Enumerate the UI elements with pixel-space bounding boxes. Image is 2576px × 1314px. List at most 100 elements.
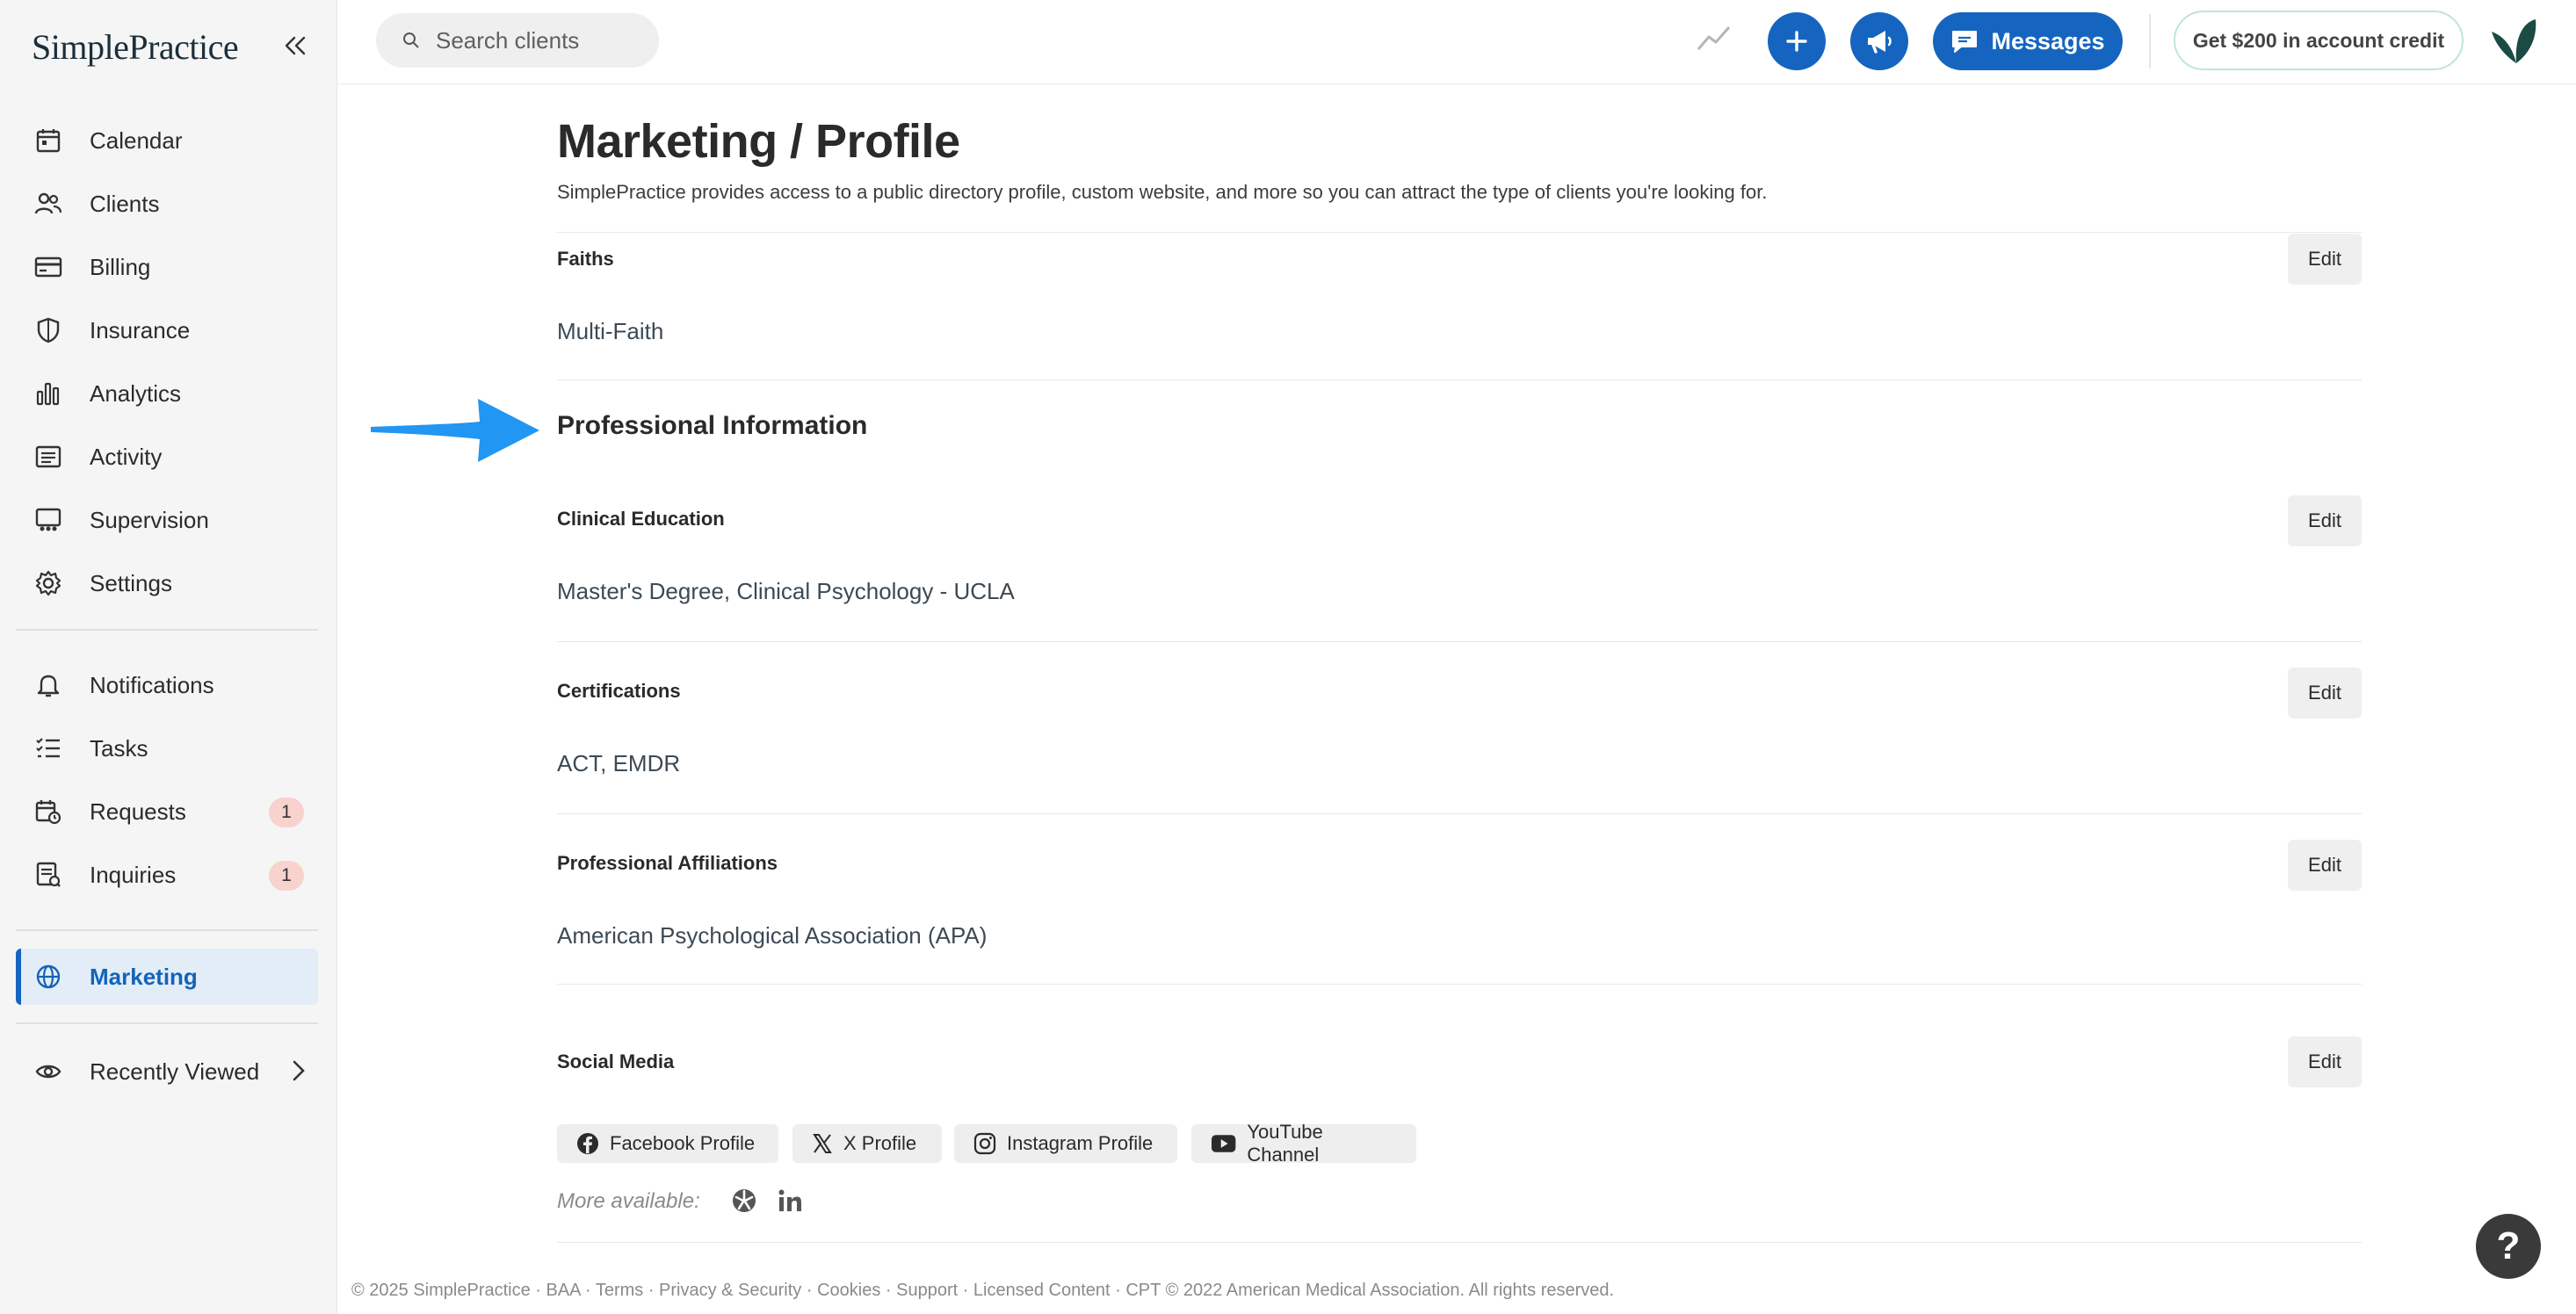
facebook-icon: [577, 1133, 598, 1154]
tasks-icon: [33, 733, 63, 763]
double-chevron-left-icon: [285, 36, 306, 55]
certifications-value: ACT, EMDR: [557, 750, 681, 776]
sidebar-item-marketing[interactable]: Marketing: [16, 949, 318, 1005]
faiths-value: Multi-Faith: [557, 318, 664, 344]
sidebar-item-label: Tasks: [90, 734, 148, 762]
facebook-profile-chip[interactable]: Facebook Profile: [557, 1124, 778, 1163]
section-divider: [557, 232, 2362, 233]
calendar-clock-icon: [33, 797, 63, 827]
sidebar-item-analytics[interactable]: Analytics: [16, 365, 318, 422]
collapse-sidebar-button[interactable]: [279, 30, 311, 61]
sidebar-item-tasks[interactable]: Tasks: [16, 720, 318, 776]
calendar-icon: [33, 126, 63, 155]
supervision-icon: [33, 505, 63, 535]
page-title: Marketing / Profile: [557, 115, 960, 168]
youtube-channel-chip[interactable]: YouTube Channel: [1191, 1121, 1416, 1166]
sidebar-item-label: Supervision: [90, 506, 209, 533]
add-button[interactable]: [1768, 12, 1826, 70]
sidebar-divider: [16, 929, 318, 931]
edit-faiths-button[interactable]: Edit: [2288, 234, 2362, 285]
edit-affiliations-button[interactable]: Edit: [2288, 840, 2362, 891]
edit-clinical-education-button[interactable]: Edit: [2288, 495, 2362, 546]
app-logo[interactable]: SimplePractice: [32, 26, 239, 68]
sidebar-item-label: Requests: [90, 798, 186, 825]
messages-button[interactable]: Messages: [1933, 12, 2123, 70]
edit-social-media-button[interactable]: Edit: [2288, 1036, 2362, 1087]
inquiries-count-badge: 1: [269, 861, 304, 891]
sidebar-item-label: Marketing: [90, 963, 198, 990]
sidebar-item-activity[interactable]: Activity: [16, 429, 318, 485]
top-bar: Messages Get $200 in account credit: [337, 0, 2576, 84]
x-profile-chip[interactable]: X Profile: [792, 1124, 942, 1163]
section-divider: [557, 813, 2362, 814]
sidebar-item-label: Activity: [90, 443, 163, 470]
sidebar-item-notifications[interactable]: Notifications: [16, 657, 318, 713]
account-credit-button[interactable]: Get $200 in account credit: [2174, 11, 2464, 70]
section-divider: [557, 1242, 2362, 1243]
chevron-right-icon: [292, 1059, 306, 1087]
chip-label: Instagram Profile: [1007, 1132, 1154, 1154]
sidebar-divider: [16, 629, 318, 631]
billing-icon: [33, 252, 63, 282]
sidebar-item-settings[interactable]: Settings: [16, 555, 318, 611]
page-subtitle: SimplePractice provides access to a publ…: [557, 181, 1768, 203]
bar-chart-icon: [33, 379, 63, 408]
edit-certifications-button[interactable]: Edit: [2288, 668, 2362, 718]
chip-label: Facebook Profile: [610, 1132, 756, 1154]
activity-list-icon: [33, 442, 63, 472]
sidebar-divider: [16, 1022, 318, 1024]
chat-bubble-icon: [1952, 31, 1978, 53]
section-divider: [557, 641, 2362, 642]
certifications-label: Certifications: [557, 680, 681, 702]
professional-information-heading: Professional Information: [557, 411, 868, 440]
sidebar: SimplePractice Calendar Clients Billing: [0, 0, 337, 1314]
sidebar-item-billing[interactable]: Billing: [16, 239, 318, 295]
sidebar-item-label: Notifications: [90, 671, 214, 698]
sidebar-item-recently-viewed[interactable]: Recently Viewed: [16, 1043, 318, 1100]
clients-icon: [33, 189, 63, 219]
requests-count-badge: 1: [269, 798, 304, 827]
help-button[interactable]: ?: [2476, 1214, 2541, 1279]
chip-label: YouTube Channel: [1247, 1121, 1323, 1166]
plus-icon: [1786, 31, 1807, 52]
sidebar-item-label: Clients: [90, 190, 160, 217]
sidebar-item-label: Recently Viewed: [90, 1058, 260, 1085]
sidebar-item-requests[interactable]: Requests 1: [16, 783, 318, 840]
sidebar-item-label: Calendar: [90, 126, 183, 154]
brand-leaf-icon: [2492, 19, 2536, 63]
sidebar-item-label: Billing: [90, 253, 151, 280]
linkedin-icon[interactable]: [777, 1188, 803, 1218]
search-bar[interactable]: [376, 13, 659, 68]
yelp-icon[interactable]: [731, 1188, 757, 1218]
topbar-divider: [2149, 14, 2151, 69]
search-input[interactable]: [436, 26, 629, 54]
professional-affiliations-label: Professional Affiliations: [557, 852, 778, 874]
sidebar-item-label: Settings: [90, 569, 172, 596]
bell-icon: [33, 670, 63, 700]
faiths-label: Faiths: [557, 248, 614, 270]
gear-icon: [33, 568, 63, 598]
announcements-button[interactable]: [1850, 12, 1908, 70]
sidebar-item-insurance[interactable]: Insurance: [16, 302, 318, 358]
sidebar-item-supervision[interactable]: Supervision: [16, 492, 318, 548]
clinical-education-value: Master's Degree, Clinical Psychology - U…: [557, 578, 1015, 604]
trend-icon[interactable]: [1696, 23, 1733, 59]
instagram-profile-chip[interactable]: Instagram Profile: [954, 1124, 1177, 1163]
professional-affiliations-value: American Psychological Association (APA): [557, 922, 988, 949]
instagram-icon: [973, 1132, 996, 1155]
inquiry-icon: [33, 860, 63, 890]
chip-label: X Profile: [843, 1132, 917, 1154]
more-available-label: More available:: [557, 1189, 700, 1213]
sidebar-item-calendar[interactable]: Calendar: [16, 112, 318, 169]
avatar[interactable]: [2486, 14, 2541, 69]
eye-icon: [33, 1057, 63, 1087]
sidebar-item-clients[interactable]: Clients: [16, 176, 318, 232]
sidebar-item-label: Analytics: [90, 379, 182, 407]
youtube-icon: [1211, 1135, 1236, 1152]
sidebar-item-label: Inquiries: [90, 861, 177, 888]
sidebar-item-label: Insurance: [90, 316, 191, 343]
sidebar-item-inquiries[interactable]: Inquiries 1: [16, 847, 318, 903]
social-media-label: Social Media: [557, 1050, 675, 1072]
section-divider: [557, 984, 2362, 985]
shield-icon: [33, 315, 63, 345]
